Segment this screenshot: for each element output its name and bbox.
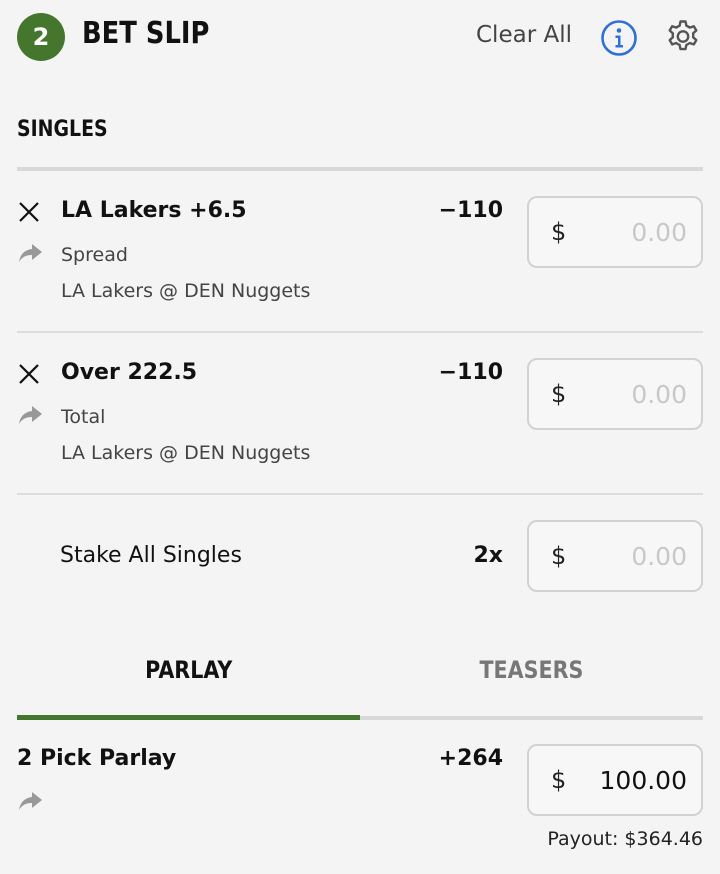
stake-all-singles-label: Stake All Singles: [60, 543, 242, 568]
share-arrow-icon[interactable]: [17, 404, 43, 426]
bet-divider: [17, 331, 703, 333]
stake-input[interactable]: $ 0.00: [527, 196, 703, 268]
share-arrow-icon[interactable]: [17, 242, 43, 264]
parlay-stake-value: 100.00: [599, 765, 687, 795]
parlay-odds: +264: [438, 746, 503, 771]
tab-parlay-label: PARLAY: [144, 656, 233, 684]
bet-slip-header: 2 BET SLIP Clear All: [0, 0, 720, 76]
gear-icon[interactable]: [664, 18, 702, 56]
currency-symbol: $: [551, 218, 567, 246]
close-icon[interactable]: [17, 362, 41, 386]
selection-name: Over 222.5: [61, 360, 198, 385]
stake-placeholder: 0.00: [631, 217, 687, 247]
bet-divider: [17, 493, 703, 495]
share-arrow-icon[interactable]: [17, 790, 43, 812]
payout-text: Payout: $364.46: [547, 828, 703, 850]
stake-placeholder: 0.00: [631, 541, 687, 571]
stake-all-multiplier: 2x: [473, 543, 504, 568]
close-icon[interactable]: [17, 200, 41, 224]
tab-teasers-label: TEASERS: [479, 656, 584, 684]
parlay-name: 2 Pick Parlay: [17, 746, 177, 771]
clear-all-button[interactable]: Clear All: [476, 22, 572, 48]
active-tab-indicator: [17, 715, 360, 720]
selection-odds: −110: [438, 198, 503, 223]
selection-odds: −110: [438, 360, 503, 385]
selection-name: LA Lakers +6.5: [61, 198, 247, 223]
tab-parlay[interactable]: PARLAY: [17, 656, 360, 716]
event-name: LA Lakers @ DEN Nuggets: [61, 442, 311, 464]
market-type: Total: [61, 406, 106, 428]
singles-divider: [17, 167, 703, 171]
stake-placeholder: 0.00: [631, 379, 687, 409]
parlay-stake-input[interactable]: $ 100.00: [527, 744, 703, 816]
currency-symbol: $: [551, 766, 567, 794]
market-type: Spread: [61, 244, 128, 266]
bet-count-badge: 2: [17, 13, 65, 61]
tab-teasers[interactable]: TEASERS: [360, 656, 703, 716]
currency-symbol: $: [551, 542, 567, 570]
info-icon[interactable]: [600, 19, 638, 57]
stake-input[interactable]: $ 0.00: [527, 358, 703, 430]
currency-symbol: $: [551, 380, 567, 408]
singles-section-title: SINGLES: [17, 117, 108, 142]
stake-all-input[interactable]: $ 0.00: [527, 520, 703, 592]
event-name: LA Lakers @ DEN Nuggets: [61, 280, 311, 302]
bet-slip-title: BET SLIP: [82, 16, 210, 51]
